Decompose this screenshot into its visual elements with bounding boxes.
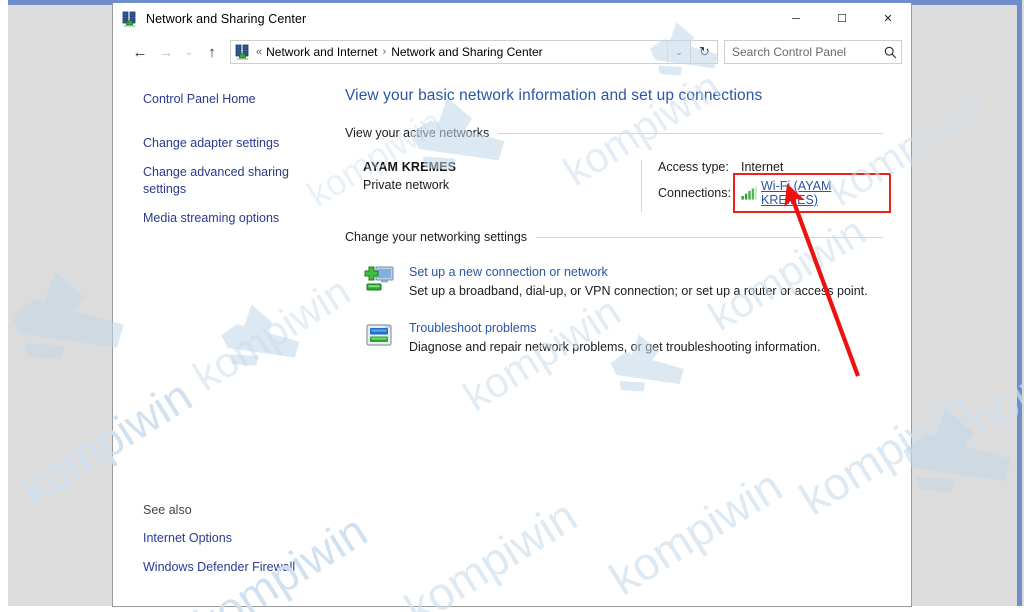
wifi-connection-link[interactable]: Wi-Fi (AYAM KREMES) <box>761 179 883 207</box>
recent-locations-button[interactable]: ⌄ <box>179 39 199 65</box>
refresh-button[interactable]: ↻ <box>692 40 718 64</box>
sidebar-item-control-panel-home[interactable]: Control Panel Home <box>143 91 293 108</box>
see-also-item-windows-defender-firewall[interactable]: Windows Defender Firewall <box>143 559 328 576</box>
sidebar: Control Panel Home Change adapter settin… <box>113 69 335 606</box>
active-network-row: AYAM KREMES Private network Access type:… <box>345 160 891 213</box>
active-networks-heading: View your active networks <box>345 126 883 140</box>
sidebar-item-change-advanced-sharing-settings[interactable]: Change advanced sharing settings <box>143 164 293 198</box>
page-background: kompiwin Network and Sharing Center ─ ☐ <box>0 0 1024 612</box>
accent-bar-right <box>1017 0 1022 606</box>
troubleshoot-icon <box>363 320 395 352</box>
minimize-button[interactable]: ─ <box>773 3 819 34</box>
setup-new-connection-description: Set up a broadband, dial-up, or VPN conn… <box>409 284 868 298</box>
page-title: View your basic network information and … <box>345 87 763 104</box>
page-edge-left <box>0 0 8 612</box>
network-identity: AYAM KREMES Private network <box>363 160 641 212</box>
network-divider <box>641 160 642 212</box>
window-controls: ─ ☐ ✕ <box>773 3 911 34</box>
window-title: Network and Sharing Center <box>146 11 307 26</box>
watermark-text: kompiwin <box>905 334 1024 480</box>
title-bar: Network and Sharing Center ─ ☐ ✕ <box>113 3 911 35</box>
wifi-signal-icon <box>741 186 757 200</box>
search-box[interactable] <box>724 40 902 64</box>
access-type-row: Access type: Internet <box>658 160 883 174</box>
sidebar-item-change-adapter-settings[interactable]: Change adapter settings <box>143 135 293 152</box>
heading-rule-2 <box>536 236 883 238</box>
setting-body-troubleshoot: Troubleshoot problems Diagnose and repai… <box>409 320 820 354</box>
back-button[interactable]: ← <box>127 39 153 65</box>
network-details: Access type: Internet Connections: Wi-Fi… <box>658 160 891 213</box>
troubleshoot-problems-link[interactable]: Troubleshoot problems <box>409 321 820 335</box>
up-button[interactable]: ↑ <box>199 39 225 65</box>
network-name: AYAM KREMES <box>363 160 457 174</box>
breadcrumb: « Network and Internet › Network and Sha… <box>256 45 667 59</box>
change-settings-heading-label: Change your networking settings <box>345 230 528 244</box>
connections-label: Connections: <box>658 186 731 200</box>
forward-button[interactable]: → <box>153 39 179 65</box>
active-networks-heading-label: View your active networks <box>345 126 490 140</box>
main-pane: View your basic network information and … <box>335 69 911 606</box>
breadcrumb-overflow-icon[interactable]: « <box>256 46 262 58</box>
chevron-down-icon[interactable]: ⌄ <box>667 41 690 63</box>
address-bar[interactable]: « Network and Internet › Network and Sha… <box>230 40 691 64</box>
see-also-section: See also Internet Options Windows Defend… <box>143 503 328 588</box>
change-settings-heading: Change your networking settings <box>345 230 883 244</box>
network-sharing-icon <box>122 11 138 27</box>
see-also-item-internet-options[interactable]: Internet Options <box>143 530 328 547</box>
setup-new-connection-link[interactable]: Set up a new connection or network <box>409 265 868 279</box>
maximize-button[interactable]: ☐ <box>819 3 865 34</box>
navigation-bar: ← → ⌄ ↑ « Network and Internet › Network… <box>113 35 911 69</box>
close-button[interactable]: ✕ <box>865 3 911 34</box>
explorer-window: Network and Sharing Center ─ ☐ ✕ ← → ⌄ ↑ <box>112 3 912 607</box>
search-icon[interactable] <box>879 46 901 59</box>
breadcrumb-item-0[interactable]: Network and Internet <box>266 45 377 59</box>
access-type-value: Internet <box>741 160 784 174</box>
setting-item-new-connection: Set up a new connection or network Set u… <box>345 264 883 298</box>
see-also-title: See also <box>143 503 192 517</box>
address-bar-network-sharing-icon <box>235 44 251 60</box>
troubleshoot-problems-description: Diagnose and repair network problems, or… <box>409 340 821 354</box>
window-content: Control Panel Home Change adapter settin… <box>113 69 911 606</box>
new-connection-icon <box>363 264 395 296</box>
search-input[interactable] <box>725 44 879 60</box>
sidebar-item-media-streaming-options[interactable]: Media streaming options <box>143 210 293 227</box>
connections-row: Connections: Wi-Fi (AYAM KREMES) <box>658 173 891 213</box>
access-type-label: Access type: <box>658 160 729 174</box>
breadcrumb-separator-icon: › <box>382 46 387 58</box>
setting-item-troubleshoot: Troubleshoot problems Diagnose and repai… <box>345 320 883 354</box>
heading-rule <box>498 132 883 134</box>
breadcrumb-item-1[interactable]: Network and Sharing Center <box>391 45 542 59</box>
setting-body-new-connection: Set up a new connection or network Set u… <box>409 264 868 298</box>
connection-highlight-group: Wi-Fi (AYAM KREMES) <box>733 173 891 213</box>
network-type: Private network <box>363 178 450 192</box>
